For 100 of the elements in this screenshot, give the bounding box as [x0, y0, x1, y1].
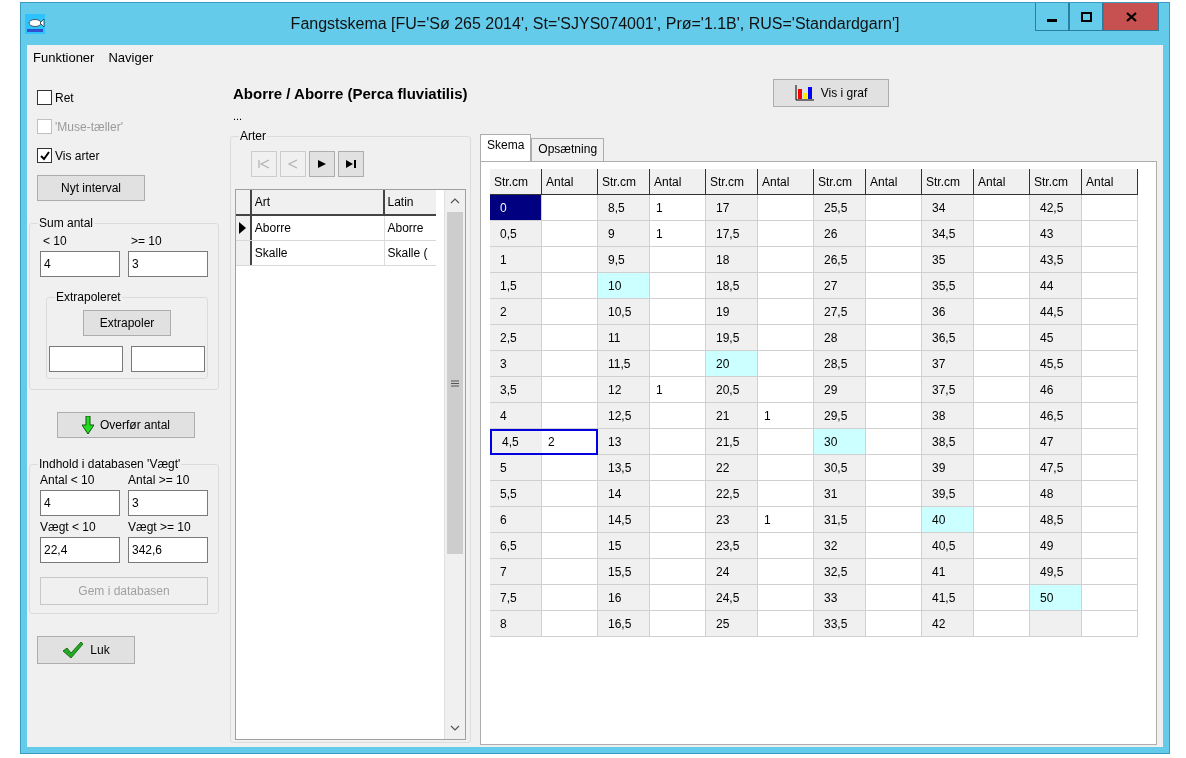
table-cell[interactable]: 36 — [922, 299, 974, 325]
table-cell[interactable]: 34,5 — [922, 221, 974, 247]
table-cell[interactable] — [1082, 325, 1138, 351]
table-cell[interactable] — [758, 611, 814, 637]
table-cell[interactable]: 2 — [490, 299, 542, 325]
table-cell[interactable]: 12,5 — [598, 403, 650, 429]
table-cell[interactable] — [1082, 533, 1138, 559]
table-cell[interactable]: 32 — [814, 533, 866, 559]
table-cell[interactable]: 9,5 — [598, 247, 650, 273]
table-cell[interactable]: 3,5 — [490, 377, 542, 403]
table-cell[interactable] — [974, 325, 1030, 351]
table-cell[interactable] — [650, 507, 706, 533]
table-cell[interactable] — [650, 325, 706, 351]
table-cell[interactable] — [542, 403, 598, 429]
table-cell[interactable] — [542, 507, 598, 533]
table-cell[interactable] — [974, 403, 1030, 429]
table-cell[interactable]: 17,5 — [706, 221, 758, 247]
table-cell[interactable]: 4,5 — [490, 429, 542, 455]
table-cell[interactable] — [1082, 221, 1138, 247]
table-cell[interactable]: 23,5 — [706, 533, 758, 559]
table-cell[interactable]: 42,5 — [1030, 195, 1082, 221]
table-cell[interactable]: 29 — [814, 377, 866, 403]
table-cell[interactable]: 47 — [1030, 429, 1082, 455]
table-cell[interactable] — [542, 351, 598, 377]
table-cell[interactable]: 41,5 — [922, 585, 974, 611]
table-cell[interactable]: 7 — [490, 559, 542, 585]
table-cell[interactable] — [758, 195, 814, 221]
table-cell[interactable] — [1030, 611, 1082, 637]
table-cell[interactable]: 17 — [706, 195, 758, 221]
table-cell[interactable]: 25 — [706, 611, 758, 637]
table-cell[interactable] — [866, 195, 922, 221]
table-cell[interactable]: 44 — [1030, 273, 1082, 299]
next-record-button[interactable] — [309, 151, 335, 177]
input-field[interactable]: 4 — [40, 251, 120, 277]
table-cell[interactable]: 5 — [490, 455, 542, 481]
column-header[interactable]: Art — [251, 190, 385, 214]
table-cell[interactable]: 31,5 — [814, 507, 866, 533]
table-cell[interactable]: 16,5 — [598, 611, 650, 637]
input-field[interactable]: 4 — [40, 490, 120, 516]
table-cell[interactable]: 4 — [490, 403, 542, 429]
table-cell[interactable] — [758, 247, 814, 273]
table-cell[interactable]: 13,5 — [598, 455, 650, 481]
checkbox[interactable] — [37, 90, 52, 105]
minimize-button[interactable] — [1035, 3, 1069, 31]
table-cell[interactable]: 34 — [922, 195, 974, 221]
table-cell[interactable]: 7,5 — [490, 585, 542, 611]
table-cell[interactable]: 23 — [706, 507, 758, 533]
table-cell[interactable]: 28 — [814, 325, 866, 351]
table-cell[interactable] — [974, 559, 1030, 585]
table-cell[interactable] — [974, 429, 1030, 455]
table-cell[interactable]: 6 — [490, 507, 542, 533]
table-cell[interactable] — [650, 403, 706, 429]
table-cell[interactable] — [542, 377, 598, 403]
table-cell[interactable] — [974, 273, 1030, 299]
table-cell[interactable]: 18,5 — [706, 273, 758, 299]
table-cell[interactable] — [758, 221, 814, 247]
table-cell[interactable]: 21,5 — [706, 429, 758, 455]
menu-item[interactable]: Funktioner — [33, 50, 95, 70]
table-cell[interactable]: 14 — [598, 481, 650, 507]
table-cell[interactable]: 30 — [814, 429, 866, 455]
table-cell[interactable]: 13 — [598, 429, 650, 455]
table-cell[interactable] — [974, 247, 1030, 273]
table-cell[interactable]: 1 — [650, 377, 706, 403]
table-cell[interactable] — [1082, 403, 1138, 429]
table-cell[interactable]: 1 — [758, 403, 814, 429]
table-cell[interactable]: 2,5 — [490, 325, 542, 351]
table-cell[interactable] — [758, 585, 814, 611]
input-field[interactable] — [131, 346, 205, 372]
new-interval-button[interactable]: Nyt interval — [37, 175, 145, 201]
table-cell[interactable] — [866, 481, 922, 507]
table-cell[interactable] — [1082, 195, 1138, 221]
table-cell[interactable] — [1082, 481, 1138, 507]
input-field[interactable]: 3 — [128, 490, 208, 516]
table-cell[interactable]: 11,5 — [598, 351, 650, 377]
table-cell[interactable]: 5,5 — [490, 481, 542, 507]
table-cell[interactable] — [866, 377, 922, 403]
table-cell[interactable] — [650, 429, 706, 455]
table-cell[interactable]: 26,5 — [814, 247, 866, 273]
table-cell[interactable]: 24,5 — [706, 585, 758, 611]
scrollbar[interactable] — [444, 190, 465, 739]
table-cell[interactable]: 37,5 — [922, 377, 974, 403]
table-cell[interactable]: 10 — [598, 273, 650, 299]
table-cell[interactable] — [650, 533, 706, 559]
table-cell[interactable]: 22 — [706, 455, 758, 481]
table-cell[interactable]: 28,5 — [814, 351, 866, 377]
table-cell[interactable] — [1082, 611, 1138, 637]
table-cell[interactable]: 21 — [706, 403, 758, 429]
table-cell[interactable]: 6,5 — [490, 533, 542, 559]
table-cell[interactable]: 10,5 — [598, 299, 650, 325]
table-cell[interactable] — [866, 247, 922, 273]
table-cell[interactable] — [758, 377, 814, 403]
table-cell[interactable] — [1082, 273, 1138, 299]
table-cell[interactable]: 39 — [922, 455, 974, 481]
table-cell[interactable]: 25,5 — [814, 195, 866, 221]
table-cell[interactable]: 15,5 — [598, 559, 650, 585]
table-cell[interactable] — [866, 611, 922, 637]
table-cell[interactable] — [866, 429, 922, 455]
table-cell[interactable] — [974, 299, 1030, 325]
column-header[interactable]: Latin — [384, 190, 436, 214]
table-cell[interactable]: 9 — [598, 221, 650, 247]
